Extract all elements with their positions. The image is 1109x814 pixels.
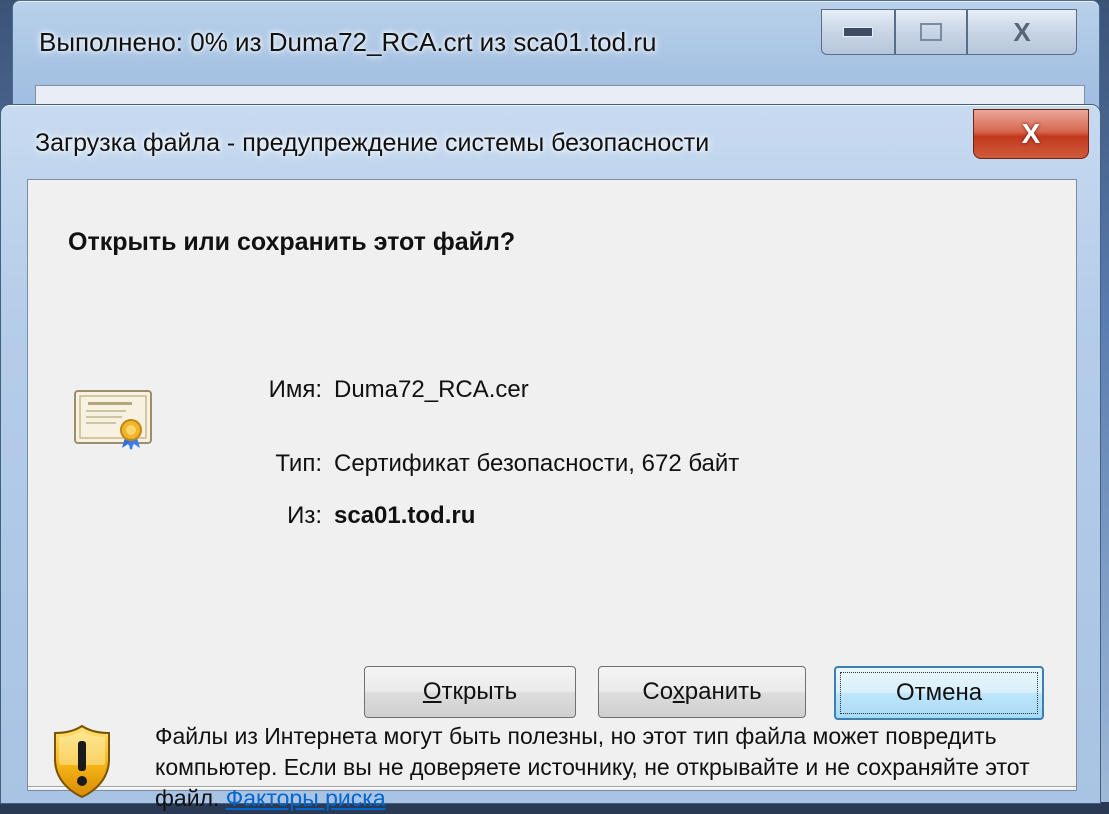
dialog-question: Открыть или сохранить этот файл? (68, 228, 516, 256)
progress-window-title: Выполнено: 0% из Duma72_RCA.crt из sca01… (39, 27, 657, 57)
type-label: Тип: (275, 450, 322, 477)
from-label: Из: (287, 502, 322, 529)
open-button[interactable]: Открыть (364, 666, 576, 718)
dialog-close-button[interactable]: X (973, 109, 1089, 159)
risk-factors-link[interactable]: Факторы риска (226, 785, 386, 811)
maximize-button[interactable] (895, 9, 967, 55)
certificate-icon (74, 390, 152, 450)
minimize-button[interactable] (821, 9, 895, 55)
cancel-button-label: Отмена (895, 679, 983, 706)
maximize-icon (920, 23, 942, 41)
save-button[interactable]: Сохранить (598, 666, 806, 718)
dialog-title: Загрузка файла - предупреждение системы … (35, 129, 710, 157)
name-value: Duma72_RCA.cer (334, 376, 529, 403)
name-label: Имя: (268, 376, 322, 403)
progress-window-controls: X (821, 9, 1093, 67)
from-value: sca01.tod.ru (334, 502, 476, 529)
type-value: Сертификат безопасности, 672 байт (334, 450, 740, 477)
save-button-label: Сохранить (642, 678, 762, 705)
dialog-body: Открыть или сохранить этот файл? Имя: Du… (27, 179, 1077, 791)
open-button-label: Открыть (422, 678, 518, 705)
file-download-security-dialog: Загрузка файла - предупреждение системы … (0, 104, 1101, 811)
minimize-icon (843, 27, 873, 37)
shield-warning-icon (54, 724, 110, 799)
warning-message: Файлы из Интернета могут быть полезны, н… (155, 721, 1035, 814)
cancel-button[interactable]: Отмена (834, 666, 1044, 720)
progress-close-button[interactable]: X (967, 9, 1077, 55)
